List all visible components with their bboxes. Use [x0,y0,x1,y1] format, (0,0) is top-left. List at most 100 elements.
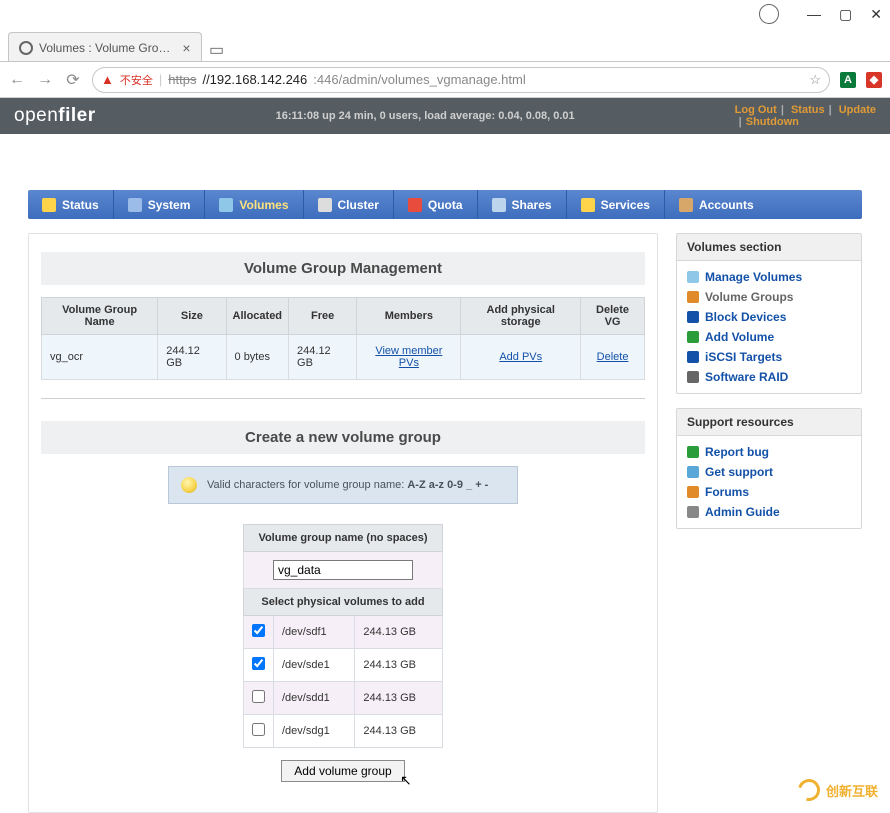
lightbulb-icon [181,477,197,493]
nav-item-volumes[interactable]: Volumes [205,190,303,219]
sidebar-item[interactable]: Software RAID [683,367,855,387]
session-links: Log Out| Status| Update |Shutdown [735,104,876,128]
pv-device: /dev/sdg1 [274,715,355,748]
window-caption: — ▢ ✕ [0,0,890,28]
watermark-logo-icon [794,775,824,805]
vg-name-header: Volume group name (no spaces) [244,525,443,552]
pv-device: /dev/sdd1 [274,682,355,715]
link-logout[interactable]: Log Out [735,104,777,116]
nav-item-services[interactable]: Services [567,190,665,219]
link-add-pvs[interactable]: Add PVs [499,351,542,363]
extension-b-icon[interactable]: ◆ [866,72,882,88]
nav-reload-button[interactable]: ⟳ [64,70,82,90]
link-shutdown[interactable]: Shutdown [746,116,799,128]
sidebar-link[interactable]: Forums [705,485,749,499]
sidebar-item[interactable]: Report bug [683,442,855,462]
pv-checkbox[interactable] [252,690,265,703]
sidebar-item[interactable]: Admin Guide [683,502,855,522]
pv-checkbox[interactable] [252,723,265,736]
sidebar-item[interactable]: Add Volume [683,327,855,347]
nav-item-accounts[interactable]: Accounts [665,190,768,219]
nav-label: Services [601,198,650,212]
sidebar-link[interactable]: Volume Groups [705,290,793,304]
cluster-icon [318,198,332,212]
col-members: Members [357,298,461,335]
nav-item-quota[interactable]: Quota [394,190,478,219]
app-header: openfiler 16:11:08 up 24 min, 0 users, l… [0,98,890,134]
sidebar-link[interactable]: Manage Volumes [705,270,802,284]
sidebar-link[interactable]: Admin Guide [705,505,780,519]
watermark-text: 创新互联 [826,781,878,800]
sidebar-item[interactable]: Forums [683,482,855,502]
nav-label: Shares [512,198,552,212]
nav-item-cluster[interactable]: Cluster [304,190,394,219]
browser-tab-active[interactable]: Volumes : Volume Gro… × [8,32,202,61]
nav-forward-button[interactable]: → [36,71,54,89]
bookmark-star-icon[interactable]: ☆ [809,72,821,88]
browser-toolbar: ← → ⟳ ▲ 不安全 | https //192.168.142.246:44… [0,62,890,98]
nav-item-shares[interactable]: Shares [478,190,567,219]
link-delete-vg[interactable]: Delete [597,351,629,363]
pv-row: /dev/sdf1244.13 GB [244,616,443,649]
window-close-button[interactable]: ✕ [870,6,882,23]
sidebar-link[interactable]: iSCSI Targets [705,350,782,364]
address-bar[interactable]: ▲ 不安全 | https //192.168.142.246:446/admi… [92,67,830,93]
sidebar-link[interactable]: Add Volume [705,330,774,344]
vg-name-input[interactable] [273,560,413,580]
window-minimize-button[interactable]: — [807,6,821,22]
status-icon [42,198,56,212]
nav-back-button[interactable]: ← [8,71,26,89]
vg-table: Volume Group Name Size Allocated Free Me… [41,297,645,380]
sidebox-volumes-title: Volumes section [677,234,861,261]
volumes-icon [219,198,233,212]
pv-row: /dev/sde1244.13 GB [244,649,443,682]
quota-icon [408,198,422,212]
nav-label: Volumes [239,198,288,212]
cell-allocated: 0 bytes [226,335,289,380]
sidebar-bullet-icon [687,331,699,343]
link-view-member-pvs[interactable]: View member PVs [375,345,442,369]
add-volume-group-button[interactable]: Add volume group [281,760,404,782]
col-size: Size [158,298,226,335]
tab-title: Volumes : Volume Gro… [39,41,170,55]
sidebar-link[interactable]: Report bug [705,445,769,459]
nav-item-status[interactable]: Status [28,190,114,219]
sidebar-item[interactable]: Volume Groups [683,287,855,307]
tab-close-icon[interactable]: × [182,40,190,56]
pv-checkbox[interactable] [252,657,265,670]
link-status[interactable]: Status [791,104,825,116]
nav-label: Cluster [338,198,379,212]
link-update[interactable]: Update [839,104,876,116]
pv-size: 244.13 GB [355,682,443,715]
sidebar-link[interactable]: Software RAID [705,370,788,384]
nav-item-system[interactable]: System [114,190,206,219]
col-addphys: Add physical storage [461,298,581,335]
sidebar-bullet-icon [687,311,699,323]
profile-icon[interactable] [759,4,779,24]
pv-checkbox[interactable] [252,624,265,637]
accounts-icon [679,198,693,212]
tip-rule: A-Z a-z 0-9 _ + - [407,479,488,491]
pv-size: 244.13 GB [355,649,443,682]
url-rest: :446/admin/volumes_vgmanage.html [313,72,525,87]
browser-tabbar: Volumes : Volume Gro… × ▭ [0,28,890,62]
window-maximize-button[interactable]: ▢ [839,6,852,23]
sidebar-item[interactable]: Get support [683,462,855,482]
sidebar-bullet-icon [687,291,699,303]
sidebar-link[interactable]: Block Devices [705,310,786,324]
new-tab-button[interactable]: ▭ [206,39,228,61]
insecure-warning-label: 不安全 [120,72,153,88]
insecure-warning-icon: ▲ [101,72,114,87]
cell-free: 244.12 GB [289,335,357,380]
sidebar-item[interactable]: Manage Volumes [683,267,855,287]
sidebar-item[interactable]: Block Devices [683,307,855,327]
sidebar-item[interactable]: iSCSI Targets [683,347,855,367]
brand-logo: openfiler [14,105,96,127]
pv-device: /dev/sdf1 [274,616,355,649]
pv-row: /dev/sdg1244.13 GB [244,715,443,748]
sidebar-link[interactable]: Get support [705,465,773,479]
sidebox-support: Support resources Report bugGet supportF… [676,408,862,529]
create-vg-heading: Create a new volume group [41,421,645,454]
nav-label: Status [62,198,99,212]
extension-a-icon[interactable]: A [840,72,856,88]
